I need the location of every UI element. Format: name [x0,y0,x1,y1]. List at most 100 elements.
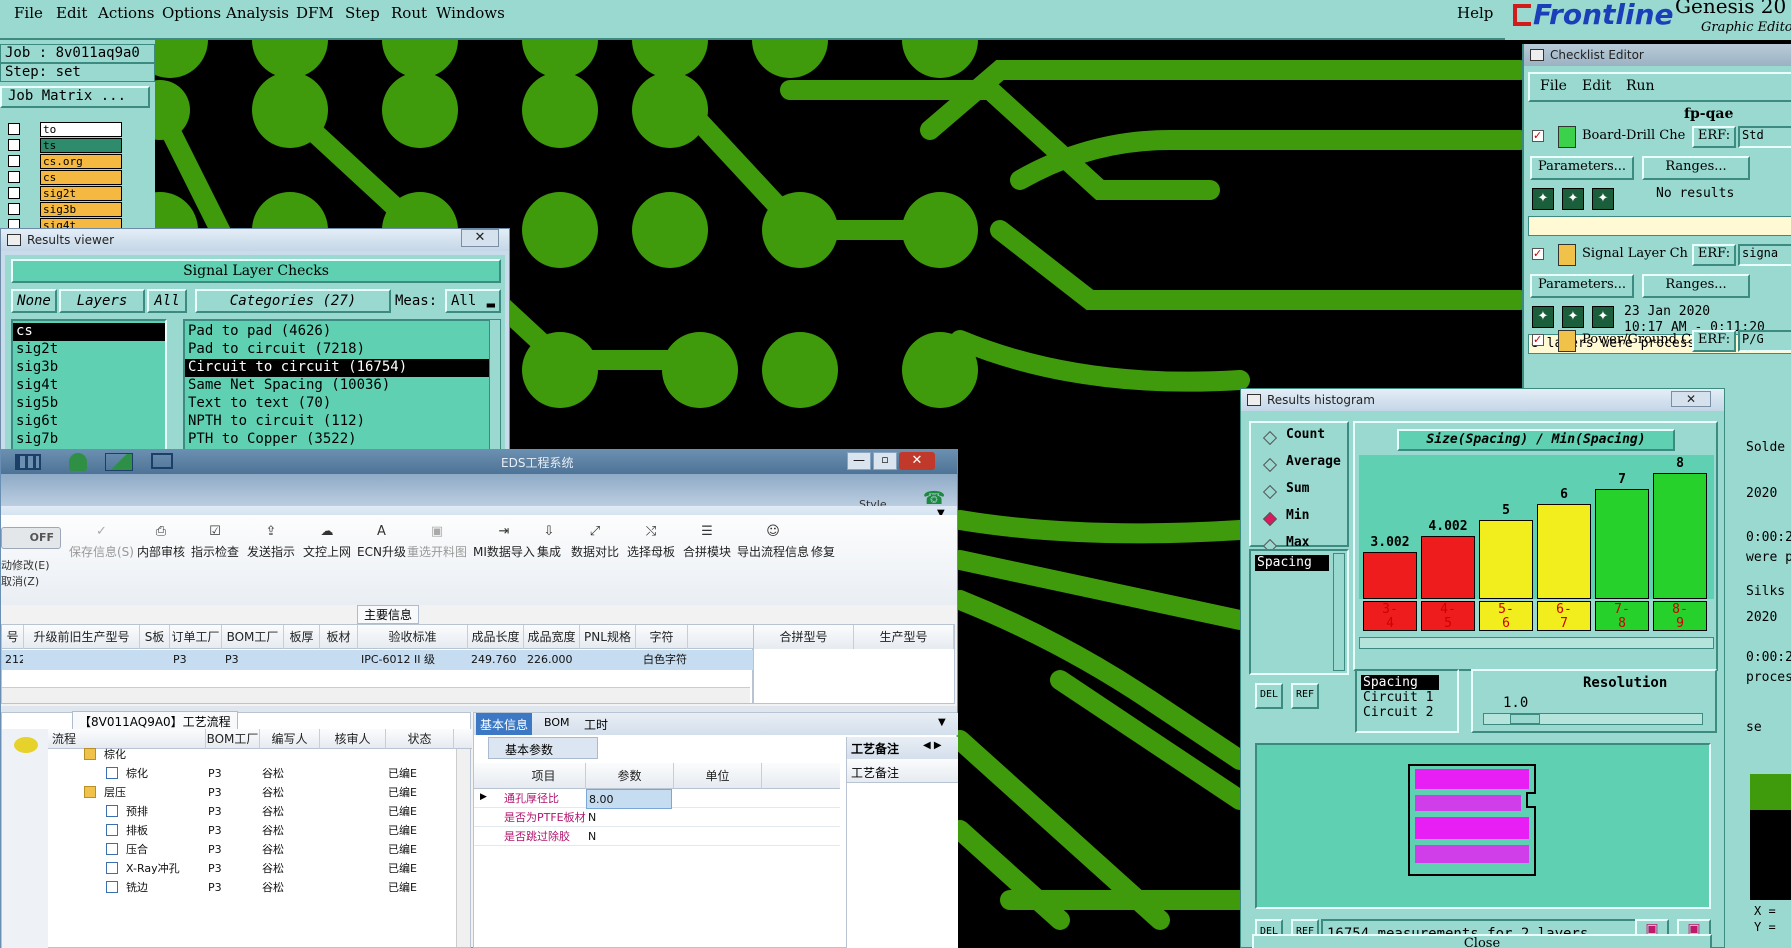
comment-icon[interactable] [14,737,38,753]
rv-category-item[interactable]: Pad to pad (4626) [185,323,493,341]
toolbar-button[interactable]: ✓ 保存信息(S) [69,525,134,560]
histogram-bar[interactable] [1421,536,1475,599]
flow-row[interactable]: 铣边 P3 谷松 已编E [48,878,458,897]
run-icon[interactable]: ✦ [1532,188,1554,210]
histogram-bar[interactable] [1537,504,1591,599]
mode-option[interactable]: Sum [1286,481,1309,496]
histogram-bar[interactable] [1595,489,1649,599]
maximize-button[interactable]: ▫ [873,452,897,470]
layer-name[interactable]: to [40,122,122,137]
toolbar-button[interactable]: ▣ 重选开料图 [407,525,467,560]
none-button[interactable]: None [11,289,57,313]
flow-row[interactable]: 预排 P3 谷松 已编E [48,802,458,821]
results-viewer-close-button[interactable]: ✕ [461,229,499,247]
grid-cell[interactable]: IPC-6012 II 级 [361,650,467,670]
series-item-spacing[interactable]: Spacing [1361,675,1439,690]
menu-dfm[interactable]: DFM [296,4,334,22]
item-check-icon[interactable]: ✓ [1532,334,1544,346]
param-row[interactable]: ▶ 通孔厚径比 8.00 [474,789,840,809]
grid-header[interactable]: 字符 [636,625,688,649]
flow-row[interactable]: X-Ray冲孔 P3 谷松 已编E [48,859,458,878]
param-value[interactable]: N [586,808,672,828]
tab-hours[interactable]: 工时 [584,716,608,733]
series-item-circuit-2[interactable]: Circuit 2 [1363,705,1457,720]
cancel-label[interactable]: 取消(Z) [1,573,39,589]
tab-arrows-icon[interactable]: ◀ ▶ [923,740,942,751]
layer-name[interactable]: cs [40,170,122,185]
flow-row[interactable]: 层压 P3 谷松 已编E [48,783,458,802]
item-check-icon[interactable]: ✓ [1532,248,1544,260]
toolbar-button[interactable]: ⎙ 内部审核 [137,525,185,560]
layer-checkbox[interactable] [8,187,20,199]
categories-button[interactable]: Categories (27) [195,289,391,313]
plot-hscroll[interactable] [1359,637,1714,649]
layers-button[interactable]: Layers [59,289,145,313]
job-matrix-button[interactable]: Job Matrix ... [0,86,150,108]
grid-icon[interactable] [15,454,41,470]
tab-menu-icon[interactable]: ▼ [938,717,946,728]
grid-header[interactable]: 成品宽度 [524,625,580,649]
main-grid-hscroll[interactable] [2,687,750,703]
rv-layer-item[interactable]: sig2t [13,341,165,359]
table-row[interactable]: 212 P3 P3 IPC-6012 II 级 249.760 226.000 白色字符 [2,650,754,670]
checklist-menu-file[interactable]: File [1540,78,1567,94]
rv-layer-item[interactable]: sig5b [13,395,165,413]
radio-min-icon[interactable] [1262,511,1278,527]
toolbar-button[interactable]: ☑ 指示检查 [191,525,239,560]
board-outline-icon[interactable] [1407,763,1537,877]
series-item-circuit-1[interactable]: Circuit 1 [1363,690,1457,705]
toolbar-button[interactable]: 修复 [811,525,835,560]
chart-icon[interactable] [105,453,133,471]
grid-header[interactable]: 验收标准 [358,625,468,649]
run-icon[interactable]: ✦ [1562,306,1584,328]
item-check-icon[interactable]: ✓ [1532,130,1544,142]
auto-modify-label[interactable]: 动修改(E) [1,557,50,573]
subtab-basic-params[interactable]: 基本参数 [488,737,598,759]
rv-category-item[interactable]: Pad to circuit (7218) [185,341,493,359]
flow-vscroll[interactable] [456,749,470,947]
minimize-button[interactable]: — [847,452,871,470]
grid-cell[interactable]: 白色字符 [639,650,687,670]
radio-average-icon[interactable] [1262,457,1278,473]
checklist-menu-run[interactable]: Run [1626,78,1655,94]
grid-header[interactable]: 订单工厂 [170,625,222,649]
histogram-bar[interactable] [1479,520,1533,599]
grid-header[interactable]: 号 [2,625,24,649]
grid-cell[interactable] [143,650,169,670]
param-header[interactable]: 单位 [674,763,762,789]
rv-layer-item[interactable]: sig4t [13,377,165,395]
rv-category-item[interactable]: Circuit to circuit (16754) [185,359,493,377]
meas-select[interactable]: All ▬ [445,289,501,313]
resolution-slider-thumb[interactable] [1510,714,1540,724]
grid-cell[interactable] [27,650,139,670]
histogram-bar[interactable] [1653,473,1707,599]
tab-basic-info[interactable]: 基本信息 [476,713,533,735]
toolbar-button[interactable]: ⤭ 选择母板 [627,525,675,560]
toolbar-button[interactable]: ☺ 导出流程信息 [737,525,809,560]
mode-option[interactable]: Average [1286,454,1341,469]
rv-scrollbar[interactable] [489,319,501,459]
grid-cell[interactable]: P3 [225,650,283,670]
param-row[interactable]: 是否为PTFE板材 N [474,808,840,827]
grid-cell[interactable] [287,650,319,670]
grid-header[interactable]: BOM工厂 [222,625,284,649]
flow-row[interactable]: 压合 P3 谷松 已编E [48,840,458,859]
menu-windows[interactable]: Windows [436,4,505,22]
mode-option[interactable]: Max [1286,535,1309,550]
erf-value[interactable]: P/G [1738,330,1791,352]
param-value[interactable]: 8.00 [586,789,672,809]
toolbar-button[interactable]: ⤢ 数据对比 [571,525,619,560]
layer-name[interactable]: cs.org [40,154,122,169]
run-icon[interactable]: ✦ [1592,306,1614,328]
remark-tab[interactable]: 工艺备注 [851,740,899,757]
grid-cell[interactable]: P3 [173,650,221,670]
toolbar-button[interactable]: ⇪ 发送指示 [247,525,295,560]
radio-count-icon[interactable] [1262,430,1278,446]
grid-cell[interactable]: 212 [5,650,23,670]
user-icon[interactable] [69,453,87,471]
rv-category-item[interactable]: NPTH to circuit (112) [185,413,493,431]
del-button-left[interactable]: DEL [1255,683,1283,709]
layer-checkbox[interactable] [8,203,20,215]
param-header[interactable]: 参数 [586,763,674,789]
grid-header[interactable]: 板材 [320,625,358,649]
